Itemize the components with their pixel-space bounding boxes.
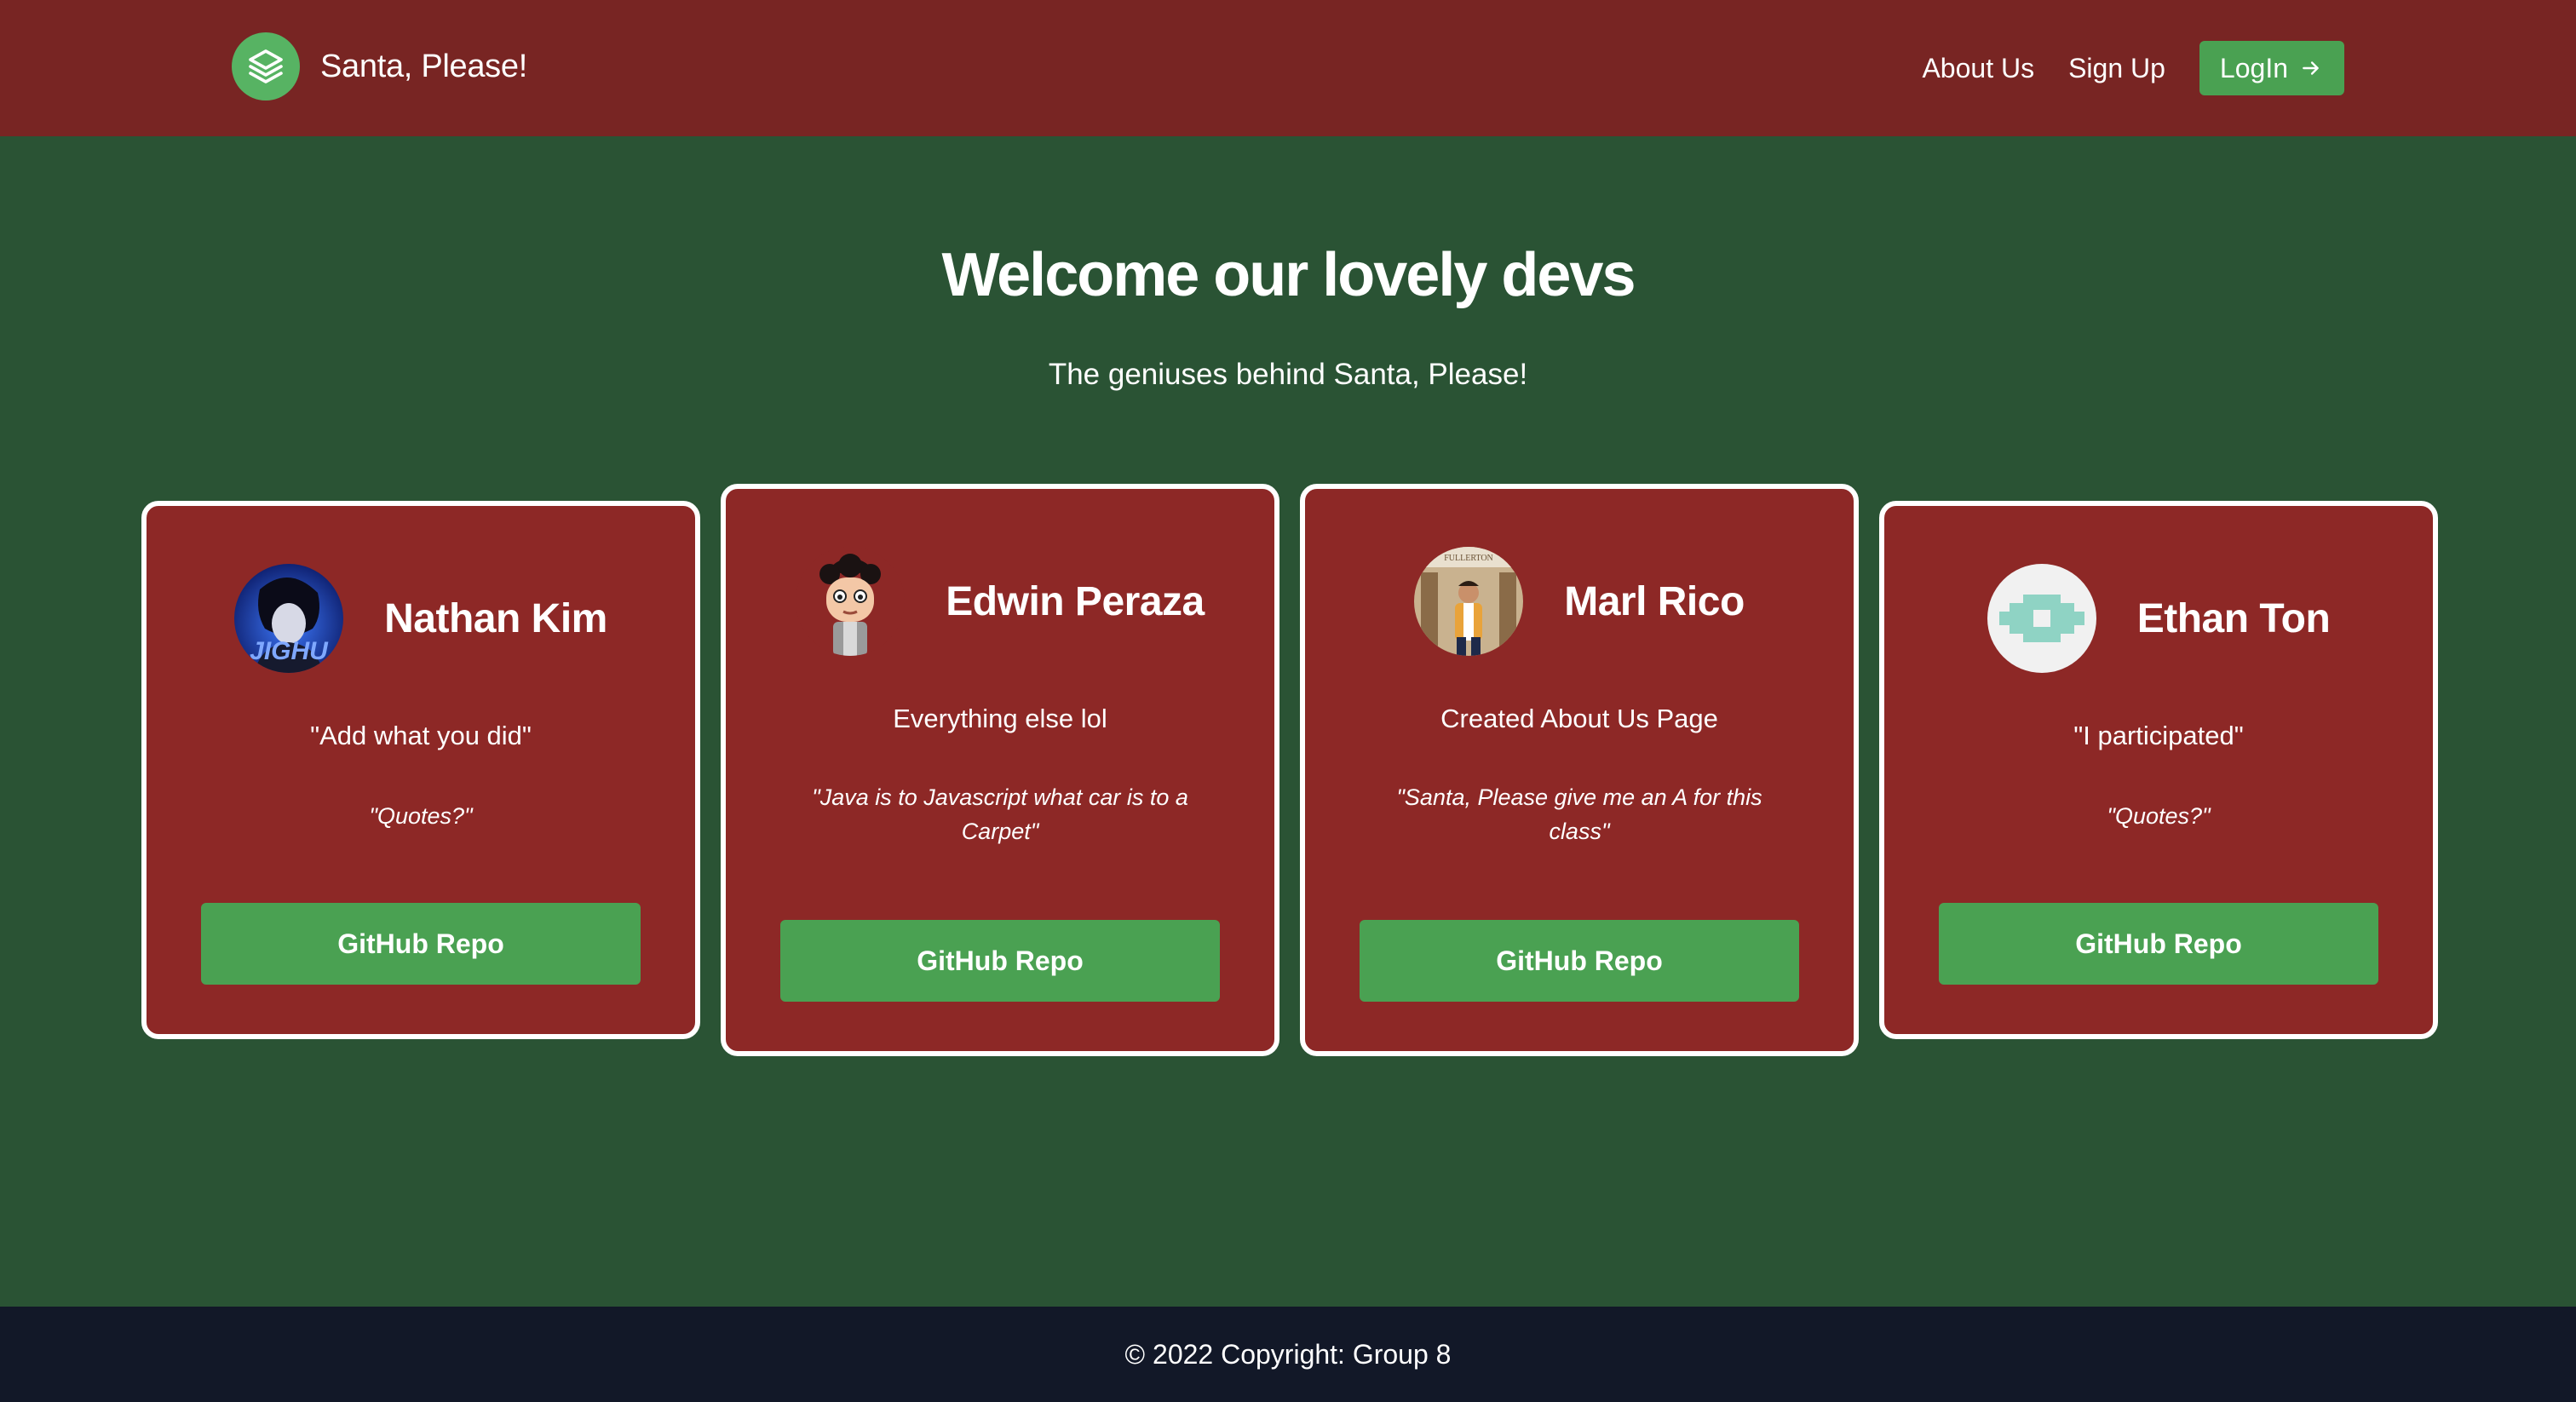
avatar-text: FULLERTON (1444, 554, 1493, 563)
page-title: Welcome our lovely devs (941, 241, 1636, 309)
dev-role: Created About Us Page (1440, 704, 1718, 733)
dev-role: "Add what you did" (310, 721, 532, 750)
login-button[interactable]: LogIn (2199, 41, 2344, 95)
dev-card: JIGHU Nathan Kim "Add what you did" "Quo… (141, 501, 700, 1039)
dev-quote: "Quotes?" (369, 803, 473, 829)
dev-card-header: Edwin Peraza (726, 547, 1274, 656)
avatar-text: JIGHU (250, 637, 329, 665)
dev-card-header: FULLERTON Marl Rico (1305, 547, 1854, 656)
layers-icon (232, 32, 300, 101)
dev-quote: "Java is to Javascript what car is to a … (812, 784, 1188, 844)
github-repo-button[interactable]: GitHub Repo (201, 903, 641, 985)
arrow-right-icon (2300, 57, 2322, 79)
dev-card-header: JIGHU Nathan Kim (147, 564, 695, 673)
nav-sign-up[interactable]: Sign Up (2068, 53, 2165, 84)
github-repo-button[interactable]: GitHub Repo (1939, 903, 2378, 985)
top-navbar: Santa, Please! About Us Sign Up LogIn (0, 0, 2576, 136)
github-repo-button[interactable]: GitHub Repo (1360, 920, 1799, 1002)
dev-card: Edwin Peraza Everything else lol "Java i… (721, 484, 1279, 1056)
footer-copyright: © 2022 Copyright: Group 8 (1124, 1338, 1452, 1370)
dev-name: Marl Rico (1564, 578, 1745, 624)
dev-quote: "Quotes?" (2107, 803, 2211, 829)
page-subtitle: The geniuses behind Santa, Please! (1048, 358, 1528, 391)
brand-name: Santa, Please! (320, 48, 527, 84)
login-label: LogIn (2219, 52, 2288, 83)
brand-link[interactable]: Santa, Please! (232, 32, 527, 101)
github-repo-button[interactable]: GitHub Repo (780, 920, 1220, 1002)
dev-quote: "Santa, Please give me an A for this cla… (1396, 784, 1762, 844)
avatar: JIGHU (234, 564, 344, 673)
dev-role: Everything else lol (893, 704, 1107, 733)
dev-card: FULLERTON Marl Rico Created About Us Pag… (1300, 484, 1859, 1056)
avatar (1987, 564, 2096, 673)
avatar: FULLERTON (1414, 547, 1524, 656)
dev-card-header: Ethan Ton (1884, 564, 2433, 673)
dev-role: "I participated" (2073, 721, 2244, 750)
footer: © 2022 Copyright: Group 8 (0, 1307, 2576, 1402)
avatar (796, 547, 906, 656)
dev-card: Ethan Ton "I participated" "Quotes?" Git… (1879, 501, 2438, 1039)
main-nav: About Us Sign Up LogIn (1888, 41, 2344, 95)
dev-name: Ethan Ton (2136, 595, 2331, 641)
nav-about-us[interactable]: About Us (1922, 53, 2034, 84)
dev-name: Nathan Kim (384, 595, 607, 641)
dev-name: Edwin Peraza (946, 578, 1205, 624)
